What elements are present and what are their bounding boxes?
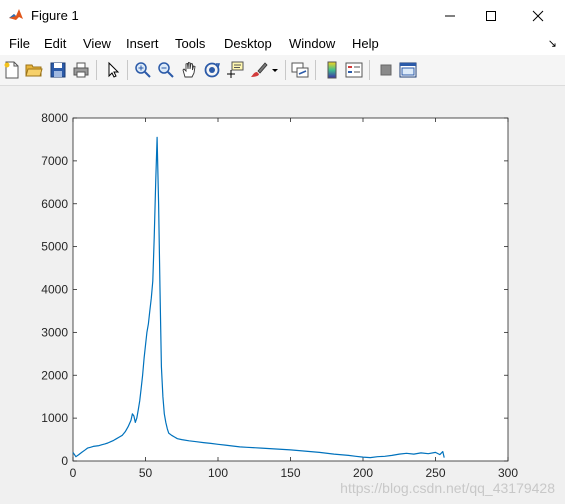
y-tick-label: 0 [61,454,68,468]
maximize-button[interactable] [468,0,514,31]
y-tick-label: 7000 [41,154,68,168]
brush-icon[interactable] [250,61,268,79]
menu-file[interactable]: File [9,36,30,51]
save-icon[interactable] [49,61,67,79]
colorbar-icon[interactable] [323,61,341,79]
toolbar-separator [127,60,128,80]
toolbar-separator [315,60,316,80]
pointer-icon[interactable] [104,61,122,79]
show-plot-tools-icon[interactable] [399,61,417,79]
menu-view[interactable]: View [83,36,111,51]
x-tick-label: 300 [498,466,518,480]
legend-icon[interactable] [345,61,363,79]
y-tick-label: 6000 [41,197,68,211]
zoom-in-icon[interactable] [134,61,152,79]
new-figure-icon[interactable] [3,61,21,79]
menu-edit[interactable]: Edit [44,36,66,51]
x-tick-label: 50 [139,466,153,480]
menu-window[interactable]: Window [289,36,335,51]
menu-help[interactable]: Help [352,36,379,51]
y-tick-label: 8000 [41,111,68,125]
maximize-icon [486,10,496,21]
link-plot-icon[interactable] [291,61,309,79]
window-title: Figure 1 [31,8,79,23]
matlab-icon [8,7,24,23]
y-tick-label: 3000 [41,325,68,339]
menu-overflow-arrow[interactable]: ↘ [548,37,557,50]
watermark-text: https://blog.csdn.net/qq_43179428 [340,480,555,496]
close-icon [532,10,544,21]
toolbar [0,55,565,86]
y-tick-label: 1000 [41,411,68,425]
toolbar-separator [285,60,286,80]
rotate-3d-icon[interactable] [203,61,221,79]
y-tick-label: 2000 [41,368,68,382]
toolbar-separator [96,60,97,80]
x-tick-label: 200 [353,466,373,480]
minimize-icon [445,15,455,16]
y-tick-label: 4000 [41,283,68,297]
open-icon[interactable] [25,61,43,79]
menu-bar: File Edit View Insert Tools Desktop Wind… [0,31,565,55]
x-tick-label: 100 [208,466,228,480]
print-icon[interactable] [72,61,90,79]
y-tick-label: 5000 [41,240,68,254]
zoom-out-icon[interactable] [157,61,175,79]
hide-plot-tools-icon[interactable] [377,61,395,79]
toolbar-separator [369,60,370,80]
menu-desktop[interactable]: Desktop [224,36,272,51]
menu-insert[interactable]: Insert [126,36,159,51]
title-bar[interactable]: Figure 1 [0,0,565,31]
plot-canvas[interactable]: 0 50 100 150 200 250 3000100020003000400050006… [0,86,565,504]
figure-area: 0 50 100 150 200 250 300 0 1000 2000 3000 4000 5000 6… [0,86,565,504]
data-cursor-icon[interactable] [226,61,244,79]
x-tick-label: 0 [70,466,77,480]
x-tick-label: 150 [280,466,300,480]
menu-tools[interactable]: Tools [175,36,205,51]
minimize-button[interactable] [427,0,473,31]
x-tick-label: 250 [425,466,445,480]
pan-icon[interactable] [180,61,198,79]
close-button[interactable] [515,0,561,31]
brush-dropdown-icon[interactable] [270,61,280,79]
